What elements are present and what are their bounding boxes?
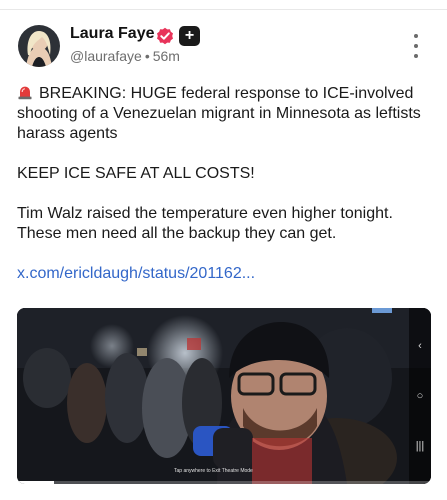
verified-badge-icon — [157, 27, 173, 45]
video-side-panel: ‹ ○ ||| — [409, 308, 431, 484]
top-divider — [0, 9, 447, 10]
post-paragraph-1: BREAKING: HUGE federal response to ICE-i… — [17, 84, 435, 144]
post-line-breaking: BREAKING: HUGE federal response to ICE-i… — [17, 85, 421, 142]
meta-line: @laurafaye • 56m — [70, 48, 180, 64]
video-progress-fill — [17, 481, 55, 484]
video-player[interactable]: ‹ ○ ||| Tap anywhere to Exit Theatre Mod… — [17, 308, 431, 484]
video-progress-bar[interactable] — [17, 481, 431, 484]
siren-icon — [18, 86, 32, 100]
video-frame — [17, 308, 431, 484]
video-recents-button[interactable]: ||| — [409, 436, 431, 456]
handle[interactable]: @laurafaye — [70, 48, 142, 64]
video-back-button[interactable]: ‹ — [409, 336, 431, 356]
more-dot — [414, 54, 418, 58]
more-options-icon[interactable] — [408, 34, 424, 58]
more-dot — [414, 34, 418, 38]
avatar[interactable] — [18, 25, 60, 67]
post-paragraph-4: x.com/ericldaugh/status/201162... — [17, 264, 435, 284]
post-paragraph-2: KEEP ICE SAFE AT ALL COSTS! — [17, 165, 255, 182]
meta-separator: • — [144, 48, 150, 64]
plus-badge-icon: + — [179, 26, 200, 46]
display-name[interactable]: Laura Faye — [70, 25, 154, 43]
post-body: BREAKING: HUGE federal response to ICE-i… — [17, 84, 435, 304]
avatar-image — [18, 25, 60, 67]
video-caption: Tap anywhere to Exit Theatre Mode — [174, 468, 253, 474]
video-home-button[interactable]: ○ — [409, 386, 431, 406]
post-link[interactable]: x.com/ericldaugh/status/201162... — [17, 265, 255, 282]
timestamp[interactable]: 56m — [153, 48, 180, 64]
post-paragraph-3: Tim Walz raised the temperature even hig… — [17, 205, 393, 242]
more-dot — [414, 44, 418, 48]
